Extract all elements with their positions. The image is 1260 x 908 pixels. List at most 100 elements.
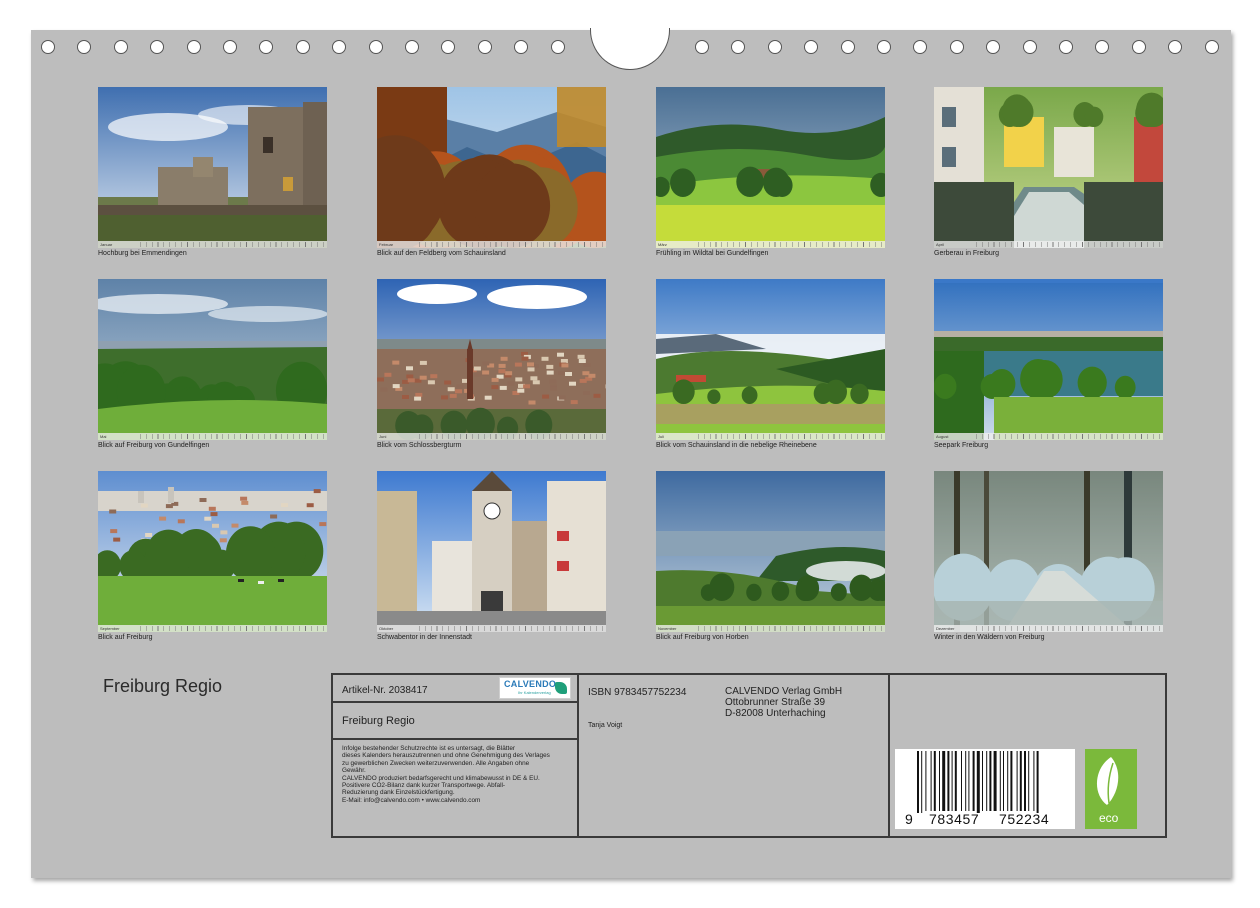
binding-hole — [986, 40, 1001, 54]
publisher-line: CALVENDO Verlag GmbH — [725, 686, 843, 697]
binding-hole — [477, 40, 492, 54]
month-name: Dezember — [936, 626, 955, 631]
barcode-bar — [1036, 751, 1039, 813]
isbn: ISBN 9783457752234 — [588, 687, 687, 698]
date-strip: Oktober — [377, 625, 606, 632]
day-grid — [976, 242, 1160, 247]
calvendo-logo: CALVENDO Ihr Kalenderverlag — [499, 677, 571, 699]
legal-line: Infolge bestehender Schutzrechte ist es … — [342, 745, 516, 752]
barcode-bar — [947, 751, 950, 811]
day-grid — [419, 242, 603, 247]
binding-hole — [150, 40, 165, 54]
barcode-bar — [999, 751, 1001, 811]
lake-park-icon — [934, 279, 1163, 440]
photo-caption: Frühling im Wildtal bei Gundelfingen — [656, 250, 769, 257]
day-grid — [419, 434, 603, 439]
calendar-title: Freiburg Regio — [103, 676, 223, 696]
legal-line: zu gewerblichen Zwecken weiterzuverwende… — [342, 759, 530, 767]
logo-leaf-icon — [555, 682, 567, 694]
barcode-bar — [933, 751, 936, 811]
photo-caption: Hochburg bei Emmendingen — [98, 250, 187, 257]
legal-line: Positivere CO2-Bilanz dank kurzer Transp… — [342, 782, 506, 790]
photo-caption: Seepark Freiburg — [934, 442, 989, 449]
day-grid — [419, 626, 603, 631]
barcode-bar — [1033, 751, 1035, 811]
barcode-bar — [942, 751, 946, 811]
month-name: Januar — [100, 242, 113, 247]
barcode-bar — [939, 751, 940, 811]
binding-hole — [113, 40, 128, 54]
barcode-bar — [976, 751, 980, 813]
photo-caption: Blick auf Freiburg von Gundelfingen — [98, 442, 210, 449]
month-photo: August — [934, 279, 1163, 440]
day-grid — [698, 626, 882, 631]
month-photo: März — [656, 87, 885, 248]
city-gate-icon — [377, 471, 606, 632]
month-photo: Februar — [377, 87, 606, 248]
date-strip: September — [98, 625, 327, 632]
binding-hole — [405, 40, 419, 54]
binding-hole — [441, 40, 456, 54]
photo-caption: Blick auf den Feldberg vom Schauinsland — [377, 250, 506, 257]
photo-caption: Blick vom Schauinsland in die nebelige R… — [656, 442, 817, 449]
binding-hole — [877, 40, 891, 54]
binding-hole — [1204, 40, 1219, 54]
legal-line: dieses Kalenders herauszutrennen und ohn… — [342, 752, 550, 760]
date-strip: Juni — [377, 433, 606, 440]
month-photo: Mai — [98, 279, 327, 440]
isbn-barcode: 9 783457 752234 — [895, 749, 1075, 829]
autumn-valley-icon — [377, 87, 606, 248]
day-grid — [976, 626, 1160, 631]
month-photo: Juli — [656, 279, 885, 440]
barcode-bar — [989, 751, 992, 811]
binding-hole — [223, 40, 237, 54]
barcode-bar — [917, 751, 919, 813]
day-grid — [976, 434, 1160, 439]
month-photo: Dezember — [934, 471, 1163, 632]
binding-hole — [695, 40, 709, 54]
binding-hole — [41, 40, 55, 54]
month-photo: April — [934, 87, 1163, 248]
barcode-bar — [986, 751, 988, 811]
publisher-line: D-82008 Unterhaching — [725, 708, 826, 719]
date-strip: Dezember — [934, 625, 1163, 632]
publisher-address: CALVENDO Verlag GmbH Ottobrunner Straße 3… — [725, 686, 842, 719]
month-photo: September — [98, 471, 327, 632]
month-name: März — [658, 242, 667, 247]
eco-label: eco — [1099, 811, 1119, 825]
barcode-bar — [982, 751, 983, 811]
logo-subline: Ihr Kalenderverlag — [518, 690, 551, 695]
barcode-bar — [972, 751, 975, 811]
date-strip: Februar — [377, 241, 606, 248]
day-grid — [140, 242, 324, 247]
legal-line: E-Mail: info@calvendo.com • www.calvendo… — [342, 796, 481, 804]
binding-hole — [77, 40, 92, 54]
day-grid — [140, 626, 324, 631]
month-name: November — [658, 626, 677, 631]
day-grid — [140, 434, 324, 439]
logo-wordmark: CALVENDO — [504, 679, 557, 689]
photo-caption: Winter in den Wäldern von Freiburg — [934, 634, 1045, 641]
photo-caption: Blick vom Schlossbergturm — [377, 442, 462, 449]
barcode-bar — [961, 751, 962, 811]
barcode-bar — [1024, 751, 1026, 811]
month-photo: Januar — [98, 87, 327, 248]
month-name: Oktober — [379, 626, 394, 631]
barcode-bar — [1003, 751, 1004, 811]
spring-meadow-icon — [656, 87, 885, 248]
barcode-bar — [1019, 751, 1022, 811]
binding-hole — [1095, 40, 1110, 54]
binding-hole — [514, 40, 529, 54]
binding-hole — [259, 40, 274, 54]
date-strip: November — [656, 625, 885, 632]
barcode-bar — [1007, 751, 1009, 811]
binding-hole — [1131, 40, 1146, 54]
calendar-back-cover: Januar Hochburg bei Emmendingen Februar Bl… — [31, 28, 1231, 878]
barcode-digit-lead: 9 — [905, 811, 913, 827]
binding-hole — [332, 40, 347, 54]
eco-badge: eco — [1085, 749, 1137, 829]
binding-hole — [913, 40, 928, 54]
author: Tanja Voigt — [588, 722, 623, 729]
month-photo: Oktober — [377, 471, 606, 632]
barcode-bar — [954, 751, 957, 811]
